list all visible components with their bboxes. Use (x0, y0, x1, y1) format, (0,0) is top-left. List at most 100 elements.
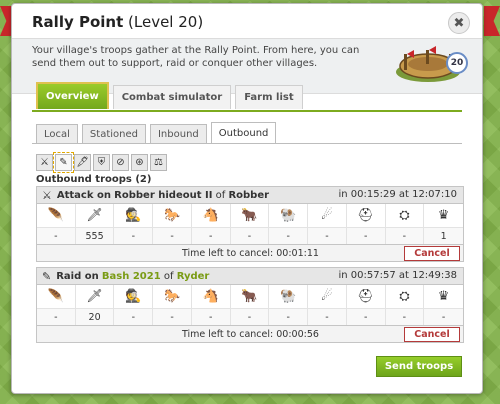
movement-filters: ⚔ ✎ 🖋 ⛨ ⊘ ⊛ ⚖ (36, 152, 167, 173)
title-level: (Level 20) (128, 13, 204, 31)
unit-count: - (37, 308, 76, 325)
movement-of: of (163, 270, 174, 282)
hero-unit-icon: ♛ (424, 204, 463, 227)
no-support-filter-icon[interactable]: ⊘ (112, 154, 129, 171)
cancel-timer: Time left to cancel: 00:01:11 (182, 248, 319, 259)
trade-filter-icon[interactable]: ⚖ (150, 154, 167, 171)
settler-unit-icon: ⛭ (385, 285, 425, 308)
unit-count: - (269, 308, 309, 325)
tab-farm-list[interactable]: Farm list (235, 85, 303, 109)
unit-count: - (153, 308, 192, 325)
unit-count: - (114, 227, 154, 244)
cancel-time: 00:00:56 (276, 329, 319, 340)
movement-owner[interactable]: Ryder (177, 271, 210, 282)
building-level-badge: 20 (446, 52, 468, 74)
movement-action: Attack on (56, 189, 111, 201)
heavy-cavalry-unit-icon: 🐂 (230, 204, 270, 227)
close-icon: ✖ (453, 15, 465, 31)
attack-filter-icon[interactable]: ⚔ (36, 154, 53, 171)
cancel-button[interactable]: Cancel (404, 327, 460, 342)
send-troops-button[interactable]: Send troops (376, 356, 462, 377)
chief-unit-icon: ⛑ (346, 204, 386, 227)
ram-unit-icon: 🐏 (269, 204, 309, 227)
hero-unit-icon: ♛ (424, 285, 463, 308)
tab-combat-simulator[interactable]: Combat simulator (112, 85, 232, 109)
cancel-button[interactable]: Cancel (404, 246, 460, 261)
unit-count: 1 (424, 227, 463, 244)
unit-count: - (308, 227, 347, 244)
unit-count: - (230, 227, 270, 244)
subtab-inbound[interactable]: Inbound (149, 124, 207, 143)
heavy-cavalry-unit-icon: 🐂 (230, 285, 270, 308)
spy-filter-icon[interactable]: 🖋 (74, 154, 91, 171)
unit-count: - (230, 308, 270, 325)
unit-count: - (308, 308, 347, 325)
tab-divider (32, 110, 462, 112)
unit-count: - (346, 308, 386, 325)
horse-scout-unit-icon: 🐎 (153, 204, 192, 227)
movement-header: ⚔ Attack on Robber hideout II of Robber … (37, 187, 463, 204)
settler-unit-icon: ⛭ (385, 204, 425, 227)
movement-arrival: in 00:57:57 at 12:49:38 (338, 270, 457, 281)
unit-count: - (114, 308, 154, 325)
sub-tabs: Local Stationed Inbound Outbound (36, 122, 277, 143)
movement-of: of (215, 189, 226, 201)
cancel-row: Time left to cancel: 00:01:11 Cancel (37, 244, 463, 261)
movement-raid: ✎ Raid on Bash 2021 of Ryder in 00:57:57… (36, 267, 464, 343)
catapult-unit-icon: ☄ (308, 285, 347, 308)
unit-icons-row: 🪶 🗡 🕵 🐎 🐴 🐂 🐏 ☄ ⛑ ⛭ ♛ (37, 285, 463, 308)
unit-count: - (191, 227, 231, 244)
feather-unit-icon: 🪶 (37, 204, 76, 227)
support-filter-icon[interactable]: ⛨ (93, 154, 110, 171)
movement-target[interactable]: Robber hideout II (114, 190, 212, 201)
settler-filter-icon[interactable]: ⊛ (131, 154, 148, 171)
feather-unit-icon: 🪶 (37, 285, 76, 308)
unit-counts-row: - 20 - - - - - - - - - (37, 308, 463, 325)
movement-attack: ⚔ Attack on Robber hideout II of Robber … (36, 186, 464, 262)
cancel-row: Time left to cancel: 00:00:56 Cancel (37, 325, 463, 342)
unit-count: - (37, 227, 76, 244)
intro-text: Your village's troops gather at the Rall… (32, 45, 360, 69)
movement-arrival: in 00:15:29 at 12:07:10 (338, 189, 457, 200)
close-button[interactable]: ✖ (448, 12, 470, 34)
subtab-stationed[interactable]: Stationed (81, 124, 146, 143)
cancel-timer: Time left to cancel: 00:00:56 (182, 329, 319, 340)
scout-unit-icon: 🕵 (114, 204, 154, 227)
unit-count: - (385, 227, 425, 244)
subtab-local[interactable]: Local (36, 124, 78, 143)
unit-icons-row: 🪶 🗡 🕵 🐎 🐴 🐂 🐏 ☄ ⛑ ⛭ ♛ (37, 204, 463, 227)
ram-unit-icon: 🐏 (269, 285, 309, 308)
scout-unit-icon: 🕵 (114, 285, 154, 308)
rally-point-dialog: Rally Point (Level 20) ✖ Your village's … (11, 3, 483, 394)
light-cavalry-unit-icon: 🐴 (191, 285, 231, 308)
unit-count: - (385, 308, 425, 325)
raid-filter-icon[interactable]: ✎ (53, 152, 74, 173)
subtab-divider (32, 143, 462, 144)
dialog-title: Rally Point (Level 20) (32, 13, 203, 31)
sword-unit-icon: 🗡 (75, 204, 115, 227)
movement-action: Raid on (56, 270, 99, 282)
cancel-label: Time left to cancel: (182, 329, 274, 340)
unit-count: 20 (75, 308, 115, 325)
title-text: Rally Point (32, 13, 124, 31)
unit-count: - (424, 308, 463, 325)
cancel-time: 00:01:11 (276, 248, 319, 259)
outbound-troops-title: Outbound troops (2) (36, 174, 152, 185)
movement-owner[interactable]: Robber (228, 190, 269, 201)
tab-overview[interactable]: Overview (36, 82, 109, 109)
horse-scout-unit-icon: 🐎 (153, 285, 192, 308)
unit-count: 555 (75, 227, 115, 244)
movement-target[interactable]: Bash 2021 (102, 271, 161, 282)
light-cavalry-unit-icon: 🐴 (191, 204, 231, 227)
subtab-outbound[interactable]: Outbound (210, 122, 277, 143)
main-tabs: Overview Combat simulator Farm list (36, 82, 303, 109)
chief-unit-icon: ⛑ (346, 285, 386, 308)
unit-counts-row: - 555 - - - - - - - - 1 (37, 227, 463, 244)
sword-unit-icon: 🗡 (75, 285, 115, 308)
raid-icon: ✎ (42, 269, 52, 283)
attack-icon: ⚔ (42, 188, 52, 202)
cancel-label: Time left to cancel: (182, 248, 274, 259)
catapult-unit-icon: ☄ (308, 204, 347, 227)
unit-count: - (346, 227, 386, 244)
unit-count: - (191, 308, 231, 325)
